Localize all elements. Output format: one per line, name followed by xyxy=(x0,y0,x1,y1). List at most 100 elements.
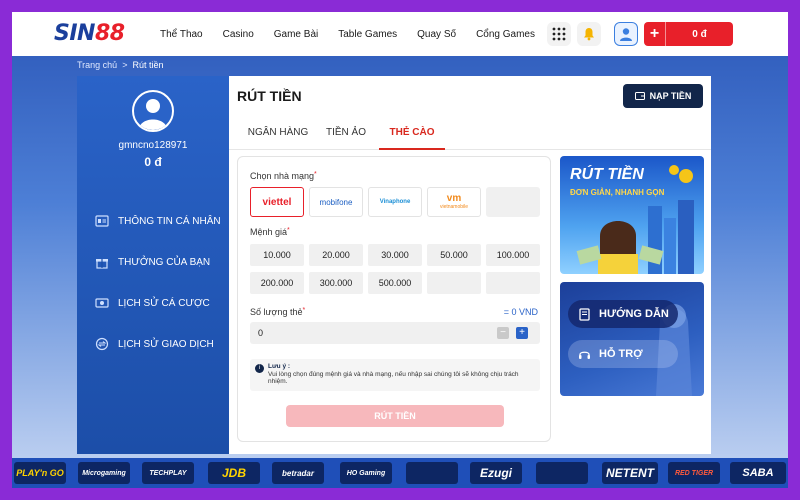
nav-casino[interactable]: Casino xyxy=(223,29,254,40)
gift-icon xyxy=(96,259,108,269)
sidebar-item-rewards[interactable]: THƯỞNG CỦA BẠN xyxy=(95,255,210,269)
headset-icon xyxy=(579,351,590,359)
deposit-button[interactable]: NẠP TIỀN xyxy=(623,84,703,108)
partner-logo[interactable]: JDB xyxy=(208,462,260,484)
nav-card-games[interactable]: Game Bài xyxy=(274,29,318,40)
id-card-icon xyxy=(95,215,109,227)
logo-text: SIN xyxy=(54,21,95,46)
avatar[interactable] xyxy=(132,90,174,132)
carrier-label: Chọn nhà mạng* xyxy=(250,171,317,181)
info-icon: i xyxy=(255,364,264,373)
carrier-vinaphone-logo: Vinaphone xyxy=(379,199,411,205)
vietnamobile-mark-icon: vm xyxy=(446,193,462,204)
breadcrumb-home[interactable]: Trang chủ xyxy=(77,60,117,70)
nav-lottery[interactable]: Quay Số xyxy=(417,29,456,40)
carrier-vietnamobile-logo: vietnamobile xyxy=(439,204,469,210)
partner-logo[interactable] xyxy=(536,462,588,484)
notification-bell-icon[interactable] xyxy=(577,22,601,46)
logo[interactable]: SIN88 xyxy=(54,21,125,46)
denomination-label: Mệnh giá* xyxy=(250,227,290,237)
sidebar-item-label: LỊCH SỬ GIAO DỊCH xyxy=(118,338,214,350)
main-nav: Thể Thao Casino Game Bài Table Games Qua… xyxy=(160,12,555,56)
notice-title: Lưu ý : xyxy=(268,363,291,370)
withdraw-tabs: NGÂN HÀNG TIỀN ẢO THẺ CÀO xyxy=(229,122,711,150)
header-balance: 0 đ xyxy=(692,28,707,40)
promo-title: RÚT TIỀN xyxy=(570,166,644,183)
tab-bank[interactable]: NGÂN HÀNG xyxy=(243,122,313,150)
partner-logo[interactable]: HO Gaming xyxy=(340,462,392,484)
sidebar-item-bet-history[interactable]: LỊCH SỬ CÁ CƯỢC xyxy=(95,296,210,310)
breadcrumb: Trang chủ > Rút tiền xyxy=(77,60,164,70)
deposit-label: NẠP TIỀN xyxy=(649,91,692,101)
support-label: HỖ TRỢ xyxy=(599,348,643,360)
sidebar-item-profile[interactable]: THÔNG TIN CÁ NHÂN xyxy=(95,214,221,228)
page-title: RÚT TIỀN xyxy=(237,88,302,104)
partner-logo[interactable] xyxy=(406,462,458,484)
sidebar-item-label: THÔNG TIN CÁ NHÂN xyxy=(118,215,221,227)
denomination-option[interactable]: 200.000 xyxy=(250,272,304,294)
quantity-total: = 0 VND xyxy=(503,307,538,317)
promo-subtitle: ĐƠN GIẢN, NHANH GỌN xyxy=(570,188,665,197)
logo-accent: 88 xyxy=(94,21,125,46)
nav-game-portal[interactable]: Cổng Games xyxy=(476,29,535,40)
promo-banner: RÚT TIỀN ĐƠN GIẢN, NHANH GỌN xyxy=(560,156,704,274)
guide-button[interactable]: HƯỚNG DẪN xyxy=(568,300,678,328)
carrier-vinaphone[interactable]: Vinaphone xyxy=(368,187,422,217)
withdraw-panel: RÚT TIỀN NẠP TIỀN NGÂN HÀNG TIỀN ẢO THẺ … xyxy=(229,76,711,454)
user-profile-icon[interactable] xyxy=(614,22,638,46)
sidebar-item-transaction-history[interactable]: LỊCH SỬ GIAO DỊCH xyxy=(95,337,214,351)
apps-grid-icon[interactable] xyxy=(547,22,571,46)
denomination-option[interactable]: 10.000 xyxy=(250,244,304,266)
partner-logo[interactable]: Microgaming xyxy=(78,462,130,484)
notice-text: Vui lòng chọn đúng mệnh giá và nhà mạng,… xyxy=(268,371,519,385)
denomination-option[interactable]: 50.000 xyxy=(427,244,481,266)
app-frame: SIN88 Thể Thao Casino Game Bài Table Gam… xyxy=(12,12,788,488)
notice-box: i Lưu ý : Vui lòng chọn đúng mệnh giá và… xyxy=(250,359,540,391)
partner-logo[interactable]: Ezugi xyxy=(470,462,522,484)
account-sidebar: gmncno128971 0 đ THÔNG TIN CÁ NHÂN THƯỞN… xyxy=(77,76,229,454)
denomination-option[interactable]: 300.000 xyxy=(309,272,363,294)
nav-sports[interactable]: Thể Thao xyxy=(160,29,203,40)
sidebar-item-label: THƯỞNG CỦA BẠN xyxy=(118,256,211,268)
quantity-decrement-button[interactable]: − xyxy=(497,327,509,339)
carrier-viettel-logo: viettel xyxy=(262,196,292,208)
sidebar-item-label: LỊCH SỬ CÁ CƯỢC xyxy=(118,297,210,309)
nav-table-games[interactable]: Table Games xyxy=(338,29,397,40)
breadcrumb-current: Rút tiền xyxy=(132,60,164,70)
partner-logo[interactable]: TECHPLAY xyxy=(142,462,194,484)
partner-logo[interactable]: PLAY'n GO xyxy=(14,462,66,484)
guide-label: HƯỚNG DẪN xyxy=(599,308,669,320)
tab-scratch-card[interactable]: THẺ CÀO xyxy=(379,122,445,150)
top-up-plus-icon[interactable]: + xyxy=(644,22,666,46)
quantity-increment-button[interactable]: + xyxy=(516,327,528,339)
denomination-option[interactable]: 100.000 xyxy=(486,244,540,266)
partner-logo[interactable]: betradar xyxy=(272,462,324,484)
scratch-card-form: Chọn nhà mạng* viettel mobifone Vinaphon… xyxy=(237,156,551,442)
partner-logo[interactable]: NETENT xyxy=(602,462,658,484)
wallet-icon xyxy=(634,92,645,100)
carrier-vietnamobile[interactable]: vm vietnamobile xyxy=(427,187,481,217)
support-button[interactable]: HỖ TRỢ xyxy=(568,340,678,368)
partner-logo[interactable]: SABA xyxy=(730,462,786,484)
quantity-label: Số lượng thẻ* xyxy=(250,307,306,317)
carrier-viettel[interactable]: viettel xyxy=(250,187,304,217)
sidebar-balance: 0 đ xyxy=(144,155,162,169)
carrier-mobifone-logo: mobifone xyxy=(319,197,353,207)
partner-logo[interactable]: RED TIGER xyxy=(668,462,720,484)
username: gmncno128971 xyxy=(118,140,188,151)
balance-button[interactable]: + 0 đ xyxy=(644,22,733,46)
carrier-empty-slot xyxy=(486,187,540,217)
breadcrumb-separator: > xyxy=(122,60,128,70)
denomination-option[interactable]: 30.000 xyxy=(368,244,422,266)
denomination-option[interactable]: 20.000 xyxy=(309,244,363,266)
denomination-option[interactable]: 500.000 xyxy=(368,272,422,294)
denomination-empty-slot xyxy=(486,272,540,294)
transaction-icon xyxy=(95,337,109,351)
denomination-empty-slot xyxy=(427,272,481,294)
partner-logos-bar: PLAY'n GO Microgaming TECHPLAY JDB betra… xyxy=(12,458,788,488)
carrier-mobifone[interactable]: mobifone xyxy=(309,187,363,217)
withdraw-submit-button[interactable]: RÚT TIỀN xyxy=(286,405,504,427)
tab-crypto[interactable]: TIỀN ẢO xyxy=(323,122,369,150)
help-panel: HƯỚNG DẪN HỖ TRỢ xyxy=(560,282,704,396)
book-icon xyxy=(579,307,590,321)
